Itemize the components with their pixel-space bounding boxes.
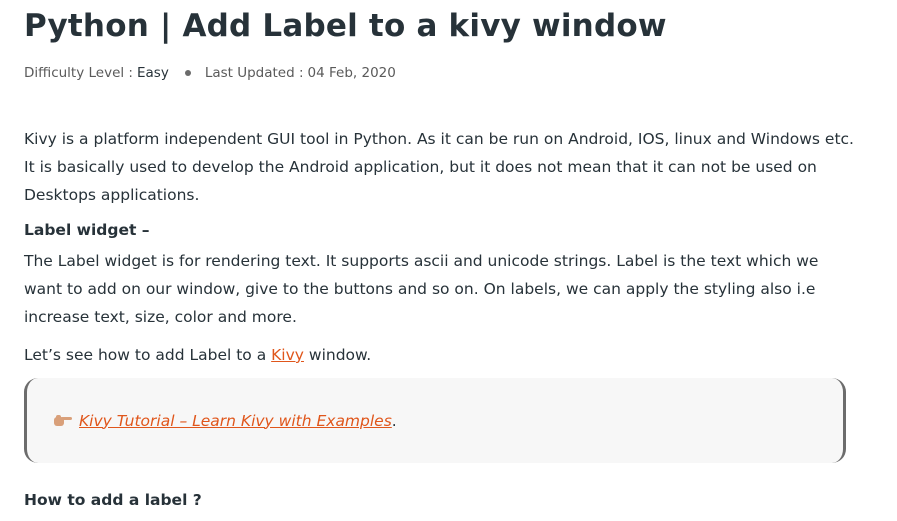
how-to-heading: How to add a label ? xyxy=(24,491,202,509)
kivy-link[interactable]: Kivy xyxy=(271,346,304,364)
difficulty-label: Difficulty Level : xyxy=(24,65,133,81)
tutorial-callout: Kivy Tutorial – Learn Kivy with Examples… xyxy=(24,378,846,463)
article: Python | Add Label to a kivy window Diff… xyxy=(0,0,897,521)
updated-date: 04 Feb, 2020 xyxy=(307,65,396,81)
pointing-hand-icon xyxy=(53,414,73,428)
page-title: Python | Add Label to a kivy window xyxy=(24,8,667,44)
see-how-text-end: window. xyxy=(303,346,372,364)
label-widget-heading: Label widget – xyxy=(24,221,150,239)
kivy-tutorial-link[interactable]: Kivy Tutorial – Learn Kivy with Examples xyxy=(79,412,392,430)
see-how-paragraph: Let’s see how to add Label to a Kivy win… xyxy=(24,341,854,369)
callout-period: . xyxy=(391,411,397,430)
separator-dot xyxy=(184,70,191,76)
difficulty-value[interactable]: Easy xyxy=(137,65,169,81)
article-meta: Difficulty Level : Easy Last Updated : 0… xyxy=(24,65,396,81)
see-how-text: Let’s see how to add Label to a xyxy=(24,346,272,364)
updated-label: Last Updated : xyxy=(204,65,304,81)
label-widget-paragraph: The Label widget is for rendering text. … xyxy=(24,252,819,326)
intro-paragraph: Kivy is a platform independent GUI tool … xyxy=(24,130,854,204)
